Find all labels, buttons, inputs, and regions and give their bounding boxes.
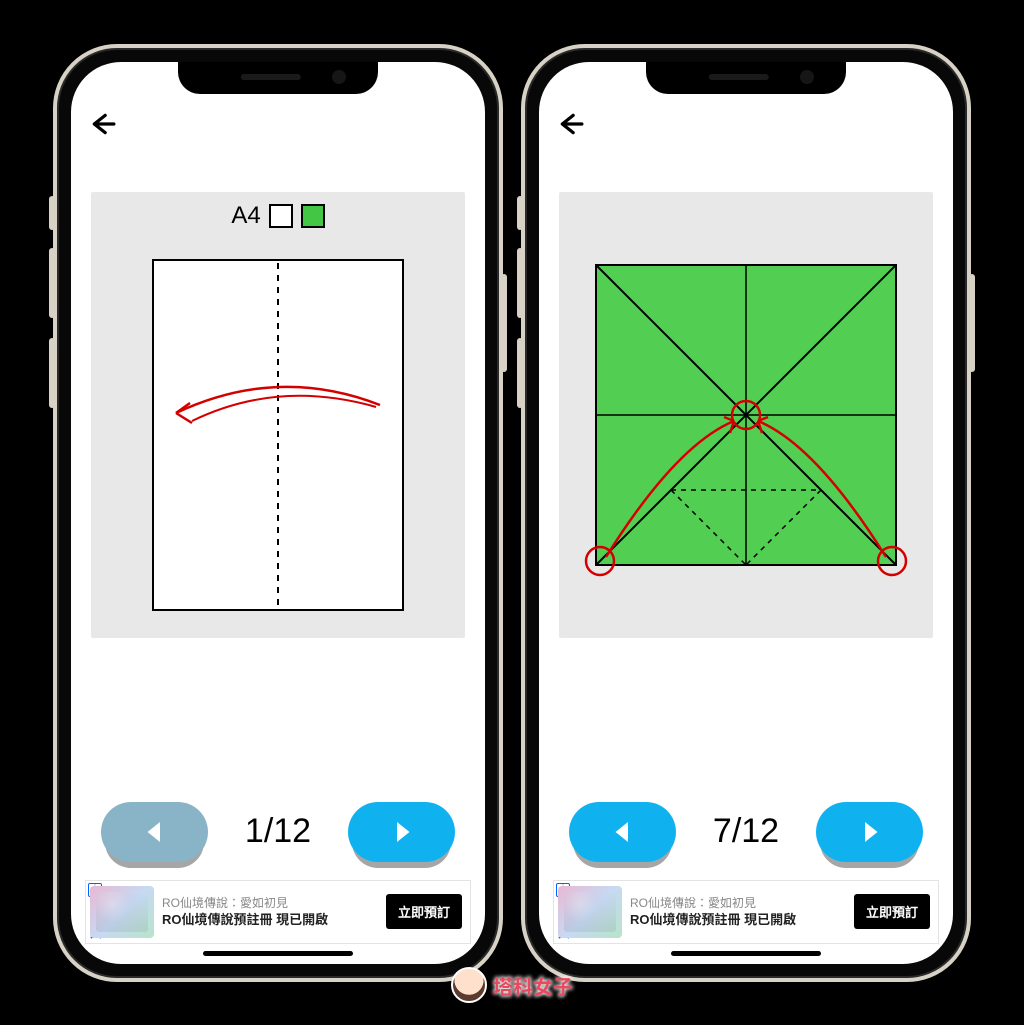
triangle-left-icon bbox=[608, 817, 638, 847]
arrow-left-icon bbox=[90, 111, 116, 137]
ad-banner[interactable]: i RO仙境傳說：愛如初見 RO仙境傳說預註冊 現已開啟 立即預訂 bbox=[85, 880, 471, 944]
next-step-button[interactable] bbox=[348, 802, 455, 862]
triangle-left-icon bbox=[140, 817, 170, 847]
origami-diagram-panel: A4 bbox=[91, 192, 465, 638]
watermark: 塔科女子 bbox=[451, 967, 573, 1003]
prev-step-button[interactable] bbox=[101, 802, 208, 862]
step-nav-row: 1/12 bbox=[71, 802, 485, 862]
step-counter: 1/12 bbox=[238, 812, 318, 851]
step-nav-row: 7/12 bbox=[539, 802, 953, 862]
phone-notch bbox=[646, 62, 846, 94]
ad-title: RO仙境傳說預註冊 現已開啟 bbox=[162, 911, 378, 929]
paper-size-label: A4 bbox=[231, 202, 260, 230]
phone-mock-right: 7/12 i RO仙境傳說：愛如初見 RO仙境傳說預註冊 現已開啟 bbox=[521, 44, 971, 982]
origami-step-diagram bbox=[559, 192, 933, 638]
origami-diagram-panel bbox=[559, 192, 933, 638]
next-step-button[interactable] bbox=[816, 802, 923, 862]
phone-notch bbox=[178, 62, 378, 94]
ad-thumbnail bbox=[90, 886, 154, 938]
ad-text: RO仙境傳說：愛如初見 RO仙境傳說預註冊 現已開啟 bbox=[162, 895, 378, 929]
step-counter: 7/12 bbox=[706, 812, 786, 851]
ad-text: RO仙境傳說：愛如初見 RO仙境傳說預註冊 現已開啟 bbox=[630, 895, 846, 929]
power-button bbox=[969, 274, 975, 372]
ad-title: RO仙境傳說預註冊 現已開啟 bbox=[630, 911, 846, 929]
home-indicator bbox=[671, 951, 821, 956]
back-button[interactable] bbox=[89, 110, 117, 138]
silent-switch bbox=[517, 196, 523, 230]
color-swatch-white[interactable] bbox=[269, 204, 293, 228]
ad-cta-button[interactable]: 立即預訂 bbox=[386, 894, 462, 929]
power-button bbox=[501, 274, 507, 372]
volume-down-button bbox=[517, 338, 523, 408]
paper-spec-row: A4 bbox=[91, 202, 465, 230]
phone-mock-left: A4 bbox=[53, 44, 503, 982]
watermark-avatar-icon bbox=[451, 967, 487, 1003]
triangle-right-icon bbox=[855, 817, 885, 847]
volume-up-button bbox=[49, 248, 55, 318]
volume-up-button bbox=[517, 248, 523, 318]
watermark-text: 塔科女子 bbox=[493, 971, 573, 1000]
back-button[interactable] bbox=[557, 110, 585, 138]
prev-step-button[interactable] bbox=[569, 802, 676, 862]
silent-switch bbox=[49, 196, 55, 230]
home-indicator bbox=[203, 951, 353, 956]
arrow-left-icon bbox=[558, 111, 584, 137]
ad-cta-button[interactable]: 立即預訂 bbox=[854, 894, 930, 929]
ad-subtitle: RO仙境傳說：愛如初見 bbox=[162, 895, 378, 911]
ad-banner[interactable]: i RO仙境傳說：愛如初見 RO仙境傳說預註冊 現已開啟 立即預訂 bbox=[553, 880, 939, 944]
volume-down-button bbox=[49, 338, 55, 408]
color-swatch-green[interactable] bbox=[301, 204, 325, 228]
triangle-right-icon bbox=[387, 817, 417, 847]
origami-step-diagram bbox=[91, 232, 465, 638]
ad-subtitle: RO仙境傳說：愛如初見 bbox=[630, 895, 846, 911]
ad-thumbnail bbox=[558, 886, 622, 938]
